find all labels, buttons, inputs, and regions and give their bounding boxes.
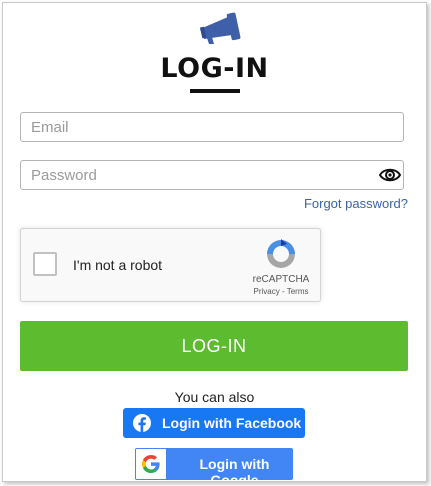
forgot-password-link[interactable]: Forgot password? xyxy=(304,196,408,211)
page-title: LOG-IN xyxy=(160,53,269,84)
facebook-icon xyxy=(133,414,151,432)
password-input[interactable] xyxy=(20,160,404,190)
recaptcha-label: I'm not a robot xyxy=(73,257,163,273)
eye-icon[interactable] xyxy=(379,166,401,184)
email-input[interactable] xyxy=(20,112,404,142)
recaptcha-privacy-link[interactable]: Privacy xyxy=(254,287,280,296)
login-button[interactable]: LOG-IN xyxy=(20,321,408,371)
recaptcha-links-separator: - xyxy=(279,287,287,296)
recaptcha-links: Privacy - Terms xyxy=(243,287,319,296)
google-icon-box xyxy=(136,449,166,479)
recaptcha-brand: reCAPTCHA xyxy=(252,274,310,285)
facebook-login-label: Login with Facebook xyxy=(162,415,302,431)
recaptcha-logo-icon xyxy=(267,239,295,268)
google-login-button[interactable]: Login with Google xyxy=(135,448,293,482)
google-icon xyxy=(142,455,160,473)
recaptcha-terms-link[interactable]: Terms xyxy=(287,287,309,296)
title-underline xyxy=(190,89,240,93)
recaptcha-checkbox[interactable] xyxy=(33,252,57,276)
login-panel: LOG-IN Forgot password? I'm not a robot … xyxy=(2,2,427,482)
megaphone-icon xyxy=(200,12,241,44)
facebook-login-button[interactable]: Login with Facebook xyxy=(123,408,305,438)
alternative-login-text: You can also xyxy=(174,389,255,405)
google-login-label: Login with Google xyxy=(199,456,270,482)
recaptcha-widget: I'm not a robot reCAPTCHA Privacy - Term… xyxy=(20,228,321,302)
